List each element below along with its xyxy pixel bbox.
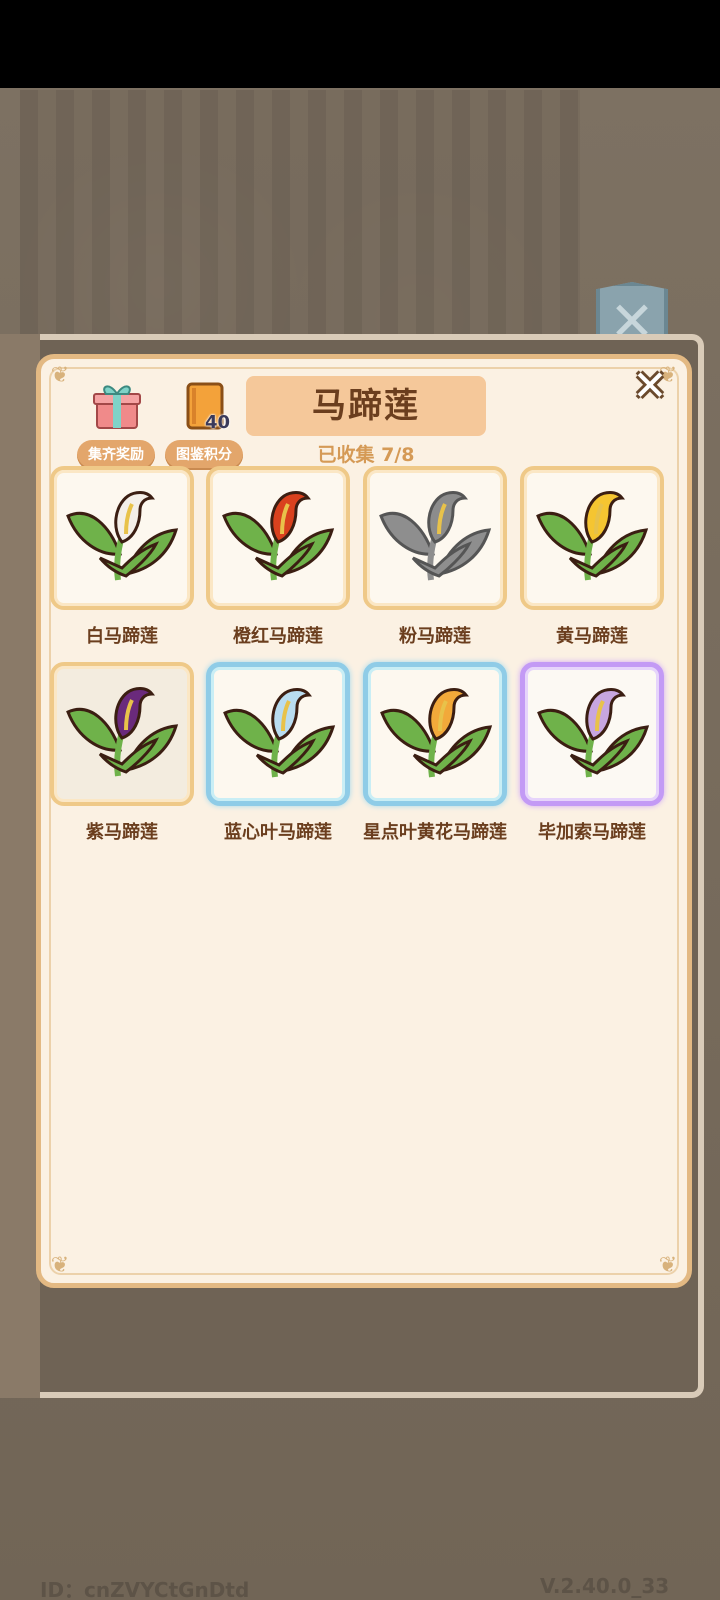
flower-card[interactable] [363,466,507,610]
flower-name: 蓝心叶马蹄莲 [224,822,332,843]
calla-lily-icon [379,491,492,581]
flower-name: 星点叶黄花马蹄莲 [363,822,507,843]
flower-name: 毕加索马蹄莲 [538,822,646,843]
corner-ornament-icon: ❦ [658,1253,678,1278]
calla-lily-icon [66,687,179,777]
calla-lily-icon [66,491,179,581]
flower-card[interactable] [363,662,507,806]
flower-name: 紫马蹄莲 [86,822,158,843]
score-count: 40 [205,412,231,433]
flower-name: 橙红马蹄莲 [233,626,323,647]
page-title: 马蹄莲 [246,376,486,436]
status-bar [0,0,720,88]
corner-ornament-icon: ❦ [50,1253,70,1278]
gift-icon[interactable] [92,380,142,430]
flower-card[interactable] [520,662,664,806]
flower-card[interactable] [50,466,194,610]
calla-lily-icon [536,491,649,581]
calla-lily-icon [537,688,650,778]
calla-lily-icon [222,491,335,581]
flower-card[interactable] [520,466,664,610]
book-spine [0,334,40,1398]
corner-ornament-icon: ❦ [50,363,70,388]
player-id: ID：cnZVYCtGnDtd [40,1578,250,1600]
calla-lily-icon [380,688,493,778]
calla-lily-icon [223,688,336,778]
flower-name: 黄马蹄莲 [556,626,628,647]
close-button[interactable]: ✕ [626,362,674,410]
flower-card[interactable] [206,662,350,806]
flower-card[interactable] [206,466,350,610]
flower-card[interactable] [50,662,194,806]
background-house [20,90,580,340]
version-text: V.2.40.0_33 [540,1574,670,1598]
flower-name: 粉马蹄莲 [399,626,471,647]
collection-progress: 已收集 7/8 [317,444,415,466]
flower-name: 白马蹄莲 [86,626,158,647]
